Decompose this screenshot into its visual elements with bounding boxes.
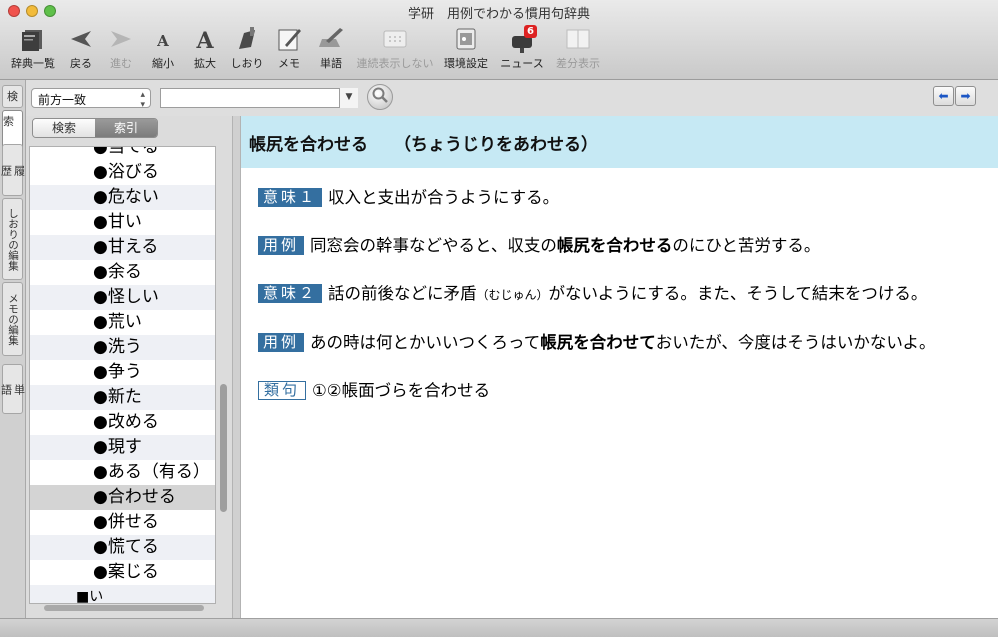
forward-button[interactable]: 進む — [100, 24, 142, 74]
segment-search[interactable]: 検索 — [33, 119, 95, 137]
preferences-button[interactable]: 環境設定 — [438, 24, 494, 74]
right-arrow-icon: ➡ — [960, 89, 971, 103]
tab-bookmark-edit[interactable]: しおりの編集 — [2, 198, 23, 280]
word-button[interactable]: 単語 — [310, 24, 352, 74]
list-item-selected[interactable]: ●合わせる — [30, 485, 215, 510]
news-count-badge: 6 — [524, 25, 537, 38]
updown-arrows-icon: ▴ ▾ — [140, 90, 145, 110]
memo-icon — [273, 24, 305, 54]
bookmark-button[interactable]: しおり — [226, 24, 268, 74]
index-panel: 検索 索引 ●当てる ●浴びる ●危ない ●甘い ●甘える ●余る ●怪しい ●… — [26, 116, 232, 618]
meaning-badge: 意味１ — [258, 188, 323, 207]
list-item[interactable]: ●危ない — [30, 185, 215, 210]
list-item[interactable]: ●案じる — [30, 560, 215, 585]
search-history-dropdown[interactable]: ▼ — [339, 88, 358, 108]
index-horizontal-scrollbar[interactable] — [44, 605, 204, 611]
svg-text:A: A — [195, 28, 214, 53]
tab-memo-edit[interactable]: メモの編集 — [2, 282, 23, 356]
bookmark-icon — [231, 24, 263, 54]
chevron-down-icon: ▼ — [345, 92, 353, 102]
font-larger-icon: A — [189, 24, 221, 54]
forward-arrow-icon — [105, 24, 137, 54]
enlarge-text-button[interactable]: A 拡大 — [184, 24, 226, 74]
preferences-icon — [450, 24, 482, 54]
title-bar: 学研 用例でわかる慣用句辞典 辞典一覧 戻る 進む A 縮小 A 拡大 しおり … — [0, 0, 998, 80]
search-index-segmented-control: 検索 索引 — [32, 118, 158, 138]
search-mode-select[interactable]: 前方一致 ▴ ▾ — [31, 88, 151, 110]
history-back-button[interactable]: ⬅ — [933, 86, 954, 106]
example-badge: 用例 — [258, 333, 305, 352]
entry-content: 帳尻を合わせる （ちょうじりをあわせる） 意味１ 収入と支出が合うようにする。 用例… — [241, 116, 998, 618]
search-input[interactable] — [160, 88, 358, 108]
list-item[interactable]: ●ある（有る） — [30, 460, 215, 485]
font-smaller-icon: A — [147, 24, 179, 54]
sense-1: 意味１ 収入と支出が合うようにする。 — [258, 187, 559, 209]
list-item[interactable]: ■い — [30, 585, 215, 603]
continuous-display-icon — [379, 24, 411, 54]
example-1: 用例 同窓会の幹事などやると、収支の帳尻を合わせるのにひと苦労する。 — [258, 235, 820, 257]
status-bar — [0, 618, 998, 637]
list-item[interactable]: ●争う — [30, 360, 215, 385]
tab-history[interactable]: 履 歴 — [0, 144, 26, 196]
toolbar: 辞典一覧 戻る 進む A 縮小 A 拡大 しおり メモ 単語 連続表示しない 環… — [4, 24, 606, 74]
search-button[interactable] — [367, 84, 393, 110]
meaning-badge: 意味２ — [258, 284, 323, 303]
magnifier-icon — [371, 86, 389, 108]
left-arrow-icon: ⬅ — [938, 89, 949, 103]
continuous-display-button[interactable]: 連続表示しない — [352, 24, 438, 74]
diff-display-button[interactable]: 差分表示 — [550, 24, 606, 74]
tab-words[interactable]: 単 語 — [0, 364, 26, 414]
tab-search[interactable]: 検 — [2, 85, 23, 108]
headword: 帳尻を合わせる — [249, 135, 368, 155]
history-nav: ⬅ ➡ — [933, 86, 976, 106]
svg-text:A: A — [156, 32, 169, 50]
news-button[interactable]: 6 ニュース — [494, 24, 550, 74]
dictionary-list-button[interactable]: 辞典一覧 — [4, 24, 62, 74]
back-arrow-icon — [65, 24, 97, 54]
segment-index[interactable]: 索引 — [95, 119, 157, 137]
sense-2: 意味２ 話の前後などに矛盾（むじゅん）がないようにする。また、そうして結末をつける… — [258, 283, 927, 306]
diff-display-icon — [562, 24, 594, 54]
list-item[interactable]: ●慌てる — [30, 535, 215, 560]
list-item[interactable]: ●新た — [30, 385, 215, 410]
window-title: 学研 用例でわかる慣用句辞典 — [407, 7, 590, 22]
list-item[interactable]: ●浴びる — [30, 160, 215, 185]
example-highlight: 帳尻を合わせる — [556, 236, 673, 255]
example-badge: 用例 — [258, 236, 305, 255]
index-list[interactable]: ●当てる ●浴びる ●危ない ●甘い ●甘える ●余る ●怪しい ●荒い ●洗う… — [29, 146, 216, 604]
headword-reading: （ちょうじりをあわせる） — [394, 135, 598, 155]
word-icon — [315, 24, 347, 54]
list-item[interactable]: ●甘える — [30, 235, 215, 260]
example-2: 用例 あの時は何とかいいつくろって帳尻を合わせておいたが、今度はそうはいかないよ。 — [258, 332, 936, 354]
side-tab-strip: 検 索 履 歴 しおりの編集 メモの編集 単 語 — [0, 80, 26, 620]
list-item[interactable]: ●現す — [30, 435, 215, 460]
related-phrase: 類句 ①②帳面づらを合わせる — [258, 380, 490, 402]
search-bar: 前方一致 ▴ ▾ ▼ ⬅ ➡ — [26, 80, 998, 116]
panel-splitter[interactable] — [232, 116, 241, 618]
list-item[interactable]: ●荒い — [30, 310, 215, 335]
app-window: 学研 用例でわかる慣用句辞典 辞典一覧 戻る 進む A 縮小 A 拡大 しおり … — [0, 0, 998, 637]
scroll-thumb[interactable] — [220, 384, 227, 512]
related-link[interactable]: ①②帳面づらを合わせる — [312, 381, 490, 400]
index-vertical-scrollbar[interactable] — [218, 146, 230, 604]
headword-banner: 帳尻を合わせる （ちょうじりをあわせる） — [241, 116, 998, 168]
list-item[interactable]: ●当てる — [30, 147, 215, 160]
list-item[interactable]: ●怪しい — [30, 285, 215, 310]
related-badge: 類句 — [258, 381, 307, 400]
list-item[interactable]: ●余る — [30, 260, 215, 285]
ruby-reading: （むじゅん） — [476, 288, 549, 302]
list-item[interactable]: ●併せる — [30, 510, 215, 535]
back-button[interactable]: 戻る — [62, 24, 100, 74]
history-forward-button[interactable]: ➡ — [955, 86, 976, 106]
memo-button[interactable]: メモ — [268, 24, 310, 74]
example-highlight: 帳尻を合わせて — [540, 333, 656, 352]
shrink-text-button[interactable]: A 縮小 — [142, 24, 184, 74]
dictionary-books-icon — [17, 24, 49, 54]
list-item[interactable]: ●甘い — [30, 210, 215, 235]
list-item[interactable]: ●改める — [30, 410, 215, 435]
list-item[interactable]: ●洗う — [30, 335, 215, 360]
